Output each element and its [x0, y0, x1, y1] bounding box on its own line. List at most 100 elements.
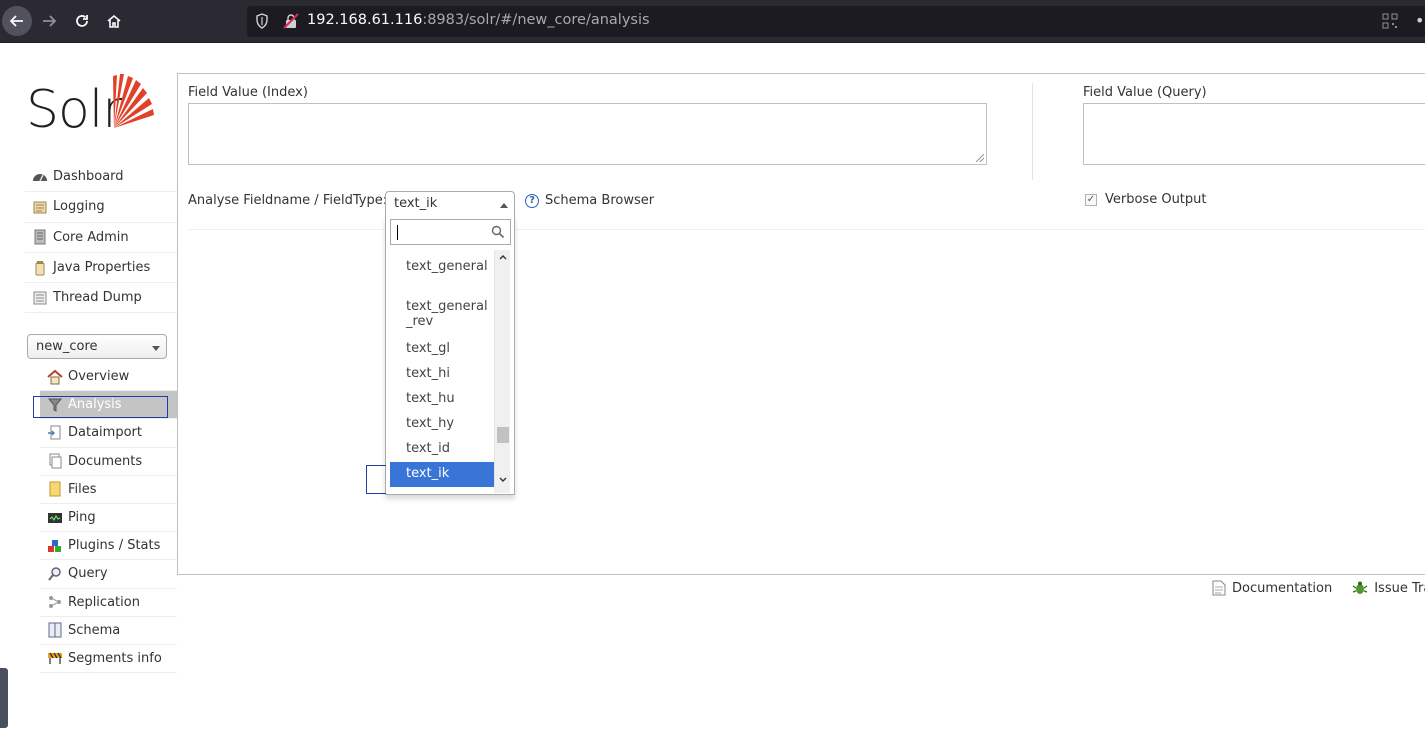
plugins-icon [48, 539, 61, 552]
dropdown-option-label: text_hu [406, 391, 455, 406]
address-bar[interactable]: 192.168.61.116:8983/solr/#/new_core/anal… [247, 6, 1425, 37]
dropdown-option[interactable]: text_hy [390, 412, 494, 437]
dropdown-option[interactable]: text_general_rev [390, 297, 494, 337]
forward-button[interactable] [34, 6, 64, 36]
solr-sun-icon [113, 74, 154, 128]
dropdown-option-label: text_hi [406, 366, 451, 381]
menu-item-query[interactable]: Query [40, 560, 177, 589]
home-icon [47, 369, 63, 385]
ping-icon [48, 512, 62, 523]
menu-item-segments-info[interactable]: Segments info [40, 645, 177, 674]
back-button[interactable] [2, 6, 32, 36]
schema-browser-label: Schema Browser [545, 193, 655, 208]
folder-icon [49, 481, 61, 497]
shield-icon[interactable] [255, 13, 269, 29]
dropdown-option-label: text_general_rev [406, 299, 488, 329]
menu-item-replication[interactable]: Replication [40, 589, 177, 617]
menu-item-plugins-stats[interactable]: Plugins / Stats [40, 532, 177, 561]
menu-item-dataimport[interactable]: Dataimport [40, 419, 177, 448]
resize-handle-icon[interactable] [976, 154, 984, 162]
query-field-input[interactable] [1083, 103, 1425, 165]
side-handle[interactable] [0, 668, 8, 728]
menu-item-label: Plugins / Stats [68, 538, 161, 554]
documentation-link[interactable]: Documentation [1212, 580, 1332, 596]
menu-item-label: Dataimport [68, 425, 142, 441]
footer-links: Documentation Issue Tra [1212, 580, 1425, 596]
browser-toolbar: 192.168.61.116:8983/solr/#/new_core/anal… [0, 0, 1425, 43]
thread-dump-icon [33, 291, 47, 305]
qr-code-icon[interactable] [1382, 13, 1398, 29]
documentation-label: Documentation [1232, 580, 1333, 596]
index-field-input[interactable] [188, 103, 987, 165]
issue-tracker-link[interactable]: Issue Tra [1352, 580, 1425, 596]
dropdown-option[interactable]: text_gl [390, 337, 494, 362]
menu-item-label: Thread Dump [53, 290, 142, 306]
menu-item-overview[interactable]: Overview [40, 363, 177, 392]
arrow-left-icon [9, 15, 23, 27]
solr-logo[interactable]: Solr [26, 70, 158, 142]
dropdown-scrollbar[interactable] [494, 250, 510, 493]
index-field-label: Field Value (Index) [188, 85, 308, 100]
dropdown-option[interactable]: text_hu [390, 387, 494, 412]
menu-item-core-admin[interactable]: Core Admin [25, 223, 177, 253]
dropdown-option[interactable]: text_hi [390, 362, 494, 387]
scroll-down-icon[interactable] [498, 475, 508, 485]
reload-icon [76, 15, 88, 27]
chevron-up-icon [500, 203, 508, 208]
menu-item-documents[interactable]: Documents [40, 448, 177, 476]
menu-item-schema[interactable]: Schema [40, 617, 177, 645]
dropdown-option[interactable]: text_general [390, 257, 494, 297]
dropdown-option[interactable]: text_id [390, 437, 494, 462]
menu-item-label: Ping [68, 510, 96, 526]
menu-item-files[interactable]: Files [40, 476, 177, 504]
segments-icon [48, 653, 62, 665]
search-icon [491, 225, 505, 239]
menu-item-dashboard[interactable]: Dashboard [25, 162, 177, 193]
dropdown-search-input[interactable] [390, 219, 511, 245]
reload-button[interactable] [67, 6, 97, 36]
core-selector[interactable]: new_core [27, 334, 167, 359]
schema-browser-link[interactable]: ? Schema Browser [525, 193, 654, 208]
verbose-checkbox[interactable]: ✓ [1085, 193, 1097, 206]
documents-icon [49, 453, 62, 469]
menu-item-label: Files [68, 481, 97, 497]
scroll-up-icon[interactable] [498, 252, 508, 262]
menu-item-label: Documents [68, 453, 143, 469]
more-actions-icon[interactable]: •• [1415, 11, 1425, 30]
core-menu: Overview Analysis Dataimport Documents F… [33, 363, 177, 674]
menu-item-label: Segments info [68, 650, 162, 666]
schema-icon [48, 622, 62, 638]
menu-item-ping[interactable]: Ping [40, 504, 177, 533]
menu-item-label: Replication [68, 594, 140, 610]
issue-tracker-label: Issue Tra [1374, 580, 1425, 596]
menu-item-label: Analysis [68, 397, 122, 413]
dropdown-option-label: text_gl [406, 341, 451, 356]
menu-item-analysis[interactable]: Analysis [33, 391, 177, 420]
menu-item-label: Query [68, 566, 108, 582]
home-icon [107, 14, 121, 28]
scrollbar-thumb[interactable] [497, 427, 509, 443]
dropdown-option-partial[interactable] [390, 249, 510, 257]
menu-item-label: Java Properties [53, 260, 151, 276]
bug-icon [1352, 581, 1368, 594]
dashboard-icon [33, 173, 47, 181]
insecure-lock-icon[interactable] [283, 13, 299, 29]
dropdown-option-selected[interactable]: text_ik [390, 462, 494, 487]
url-host: 192.168.61.116 [307, 12, 423, 28]
menu-item-logging[interactable]: Logging [25, 192, 177, 223]
menu-item-label: Logging [53, 199, 105, 215]
dropdown-option-label: text_id [406, 441, 451, 456]
fieldtype-select[interactable]: text_ik [385, 191, 515, 217]
logo-text: Solr [26, 80, 124, 140]
menu-item-java-properties[interactable]: Java Properties [25, 253, 177, 284]
home-button[interactable] [99, 6, 129, 36]
url-text[interactable]: 192.168.61.116:8983/solr/#/new_core/anal… [307, 12, 650, 28]
menu-item-label: Schema [68, 622, 121, 638]
menu-item-thread-dump[interactable]: Thread Dump [25, 283, 177, 314]
funnel-icon [47, 398, 63, 412]
row-divider [188, 229, 1425, 230]
text-cursor [397, 225, 398, 240]
logging-icon [33, 201, 47, 214]
fieldtype-label: Analyse Fieldname / FieldType: [188, 193, 388, 208]
verbose-output-toggle[interactable]: ✓ Verbose Output [1085, 192, 1207, 207]
